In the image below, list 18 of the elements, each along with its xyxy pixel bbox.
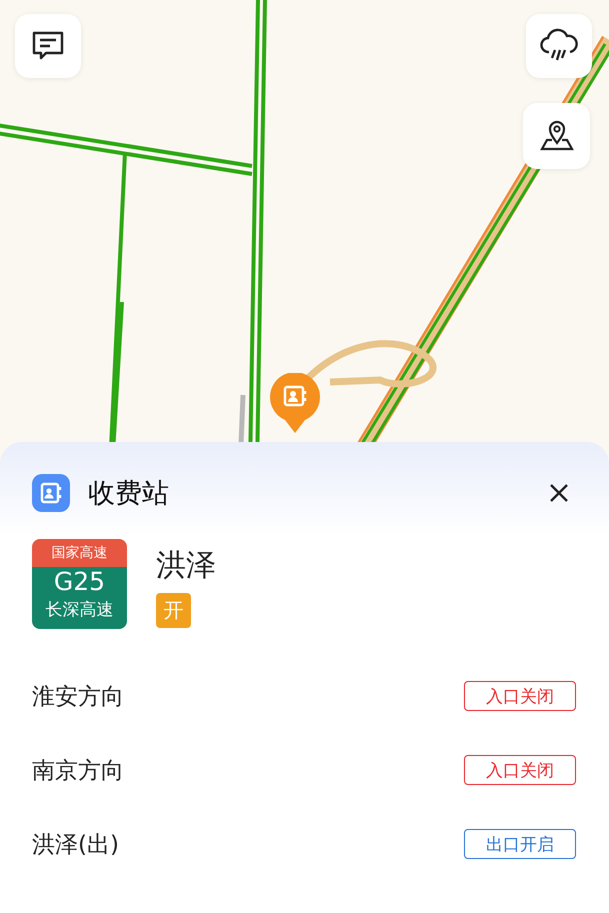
status-badge: 入口关闭 [464,755,576,785]
message-button[interactable] [15,14,81,78]
highway-name: 长深高速 [46,599,114,622]
status-tag: 开 [156,593,191,628]
direction-name: 南京方向 [32,756,124,786]
toll-station-icon [32,474,70,512]
station-name: 洪泽 [156,547,216,585]
direction-name: 洪泽(出) [32,830,119,860]
highway-category: 国家高速 [32,539,127,567]
close-icon [549,483,569,503]
weather-button[interactable] [526,14,592,78]
toll-marker-icon[interactable] [269,373,321,435]
status-badge: 入口关闭 [464,681,576,711]
map-location-button[interactable] [523,103,590,169]
direction-name: 淮安方向 [32,682,124,712]
highway-code: G25 [54,567,106,597]
sheet-title: 收费站 [88,477,170,511]
status-badge: 出口开启 [464,829,576,859]
